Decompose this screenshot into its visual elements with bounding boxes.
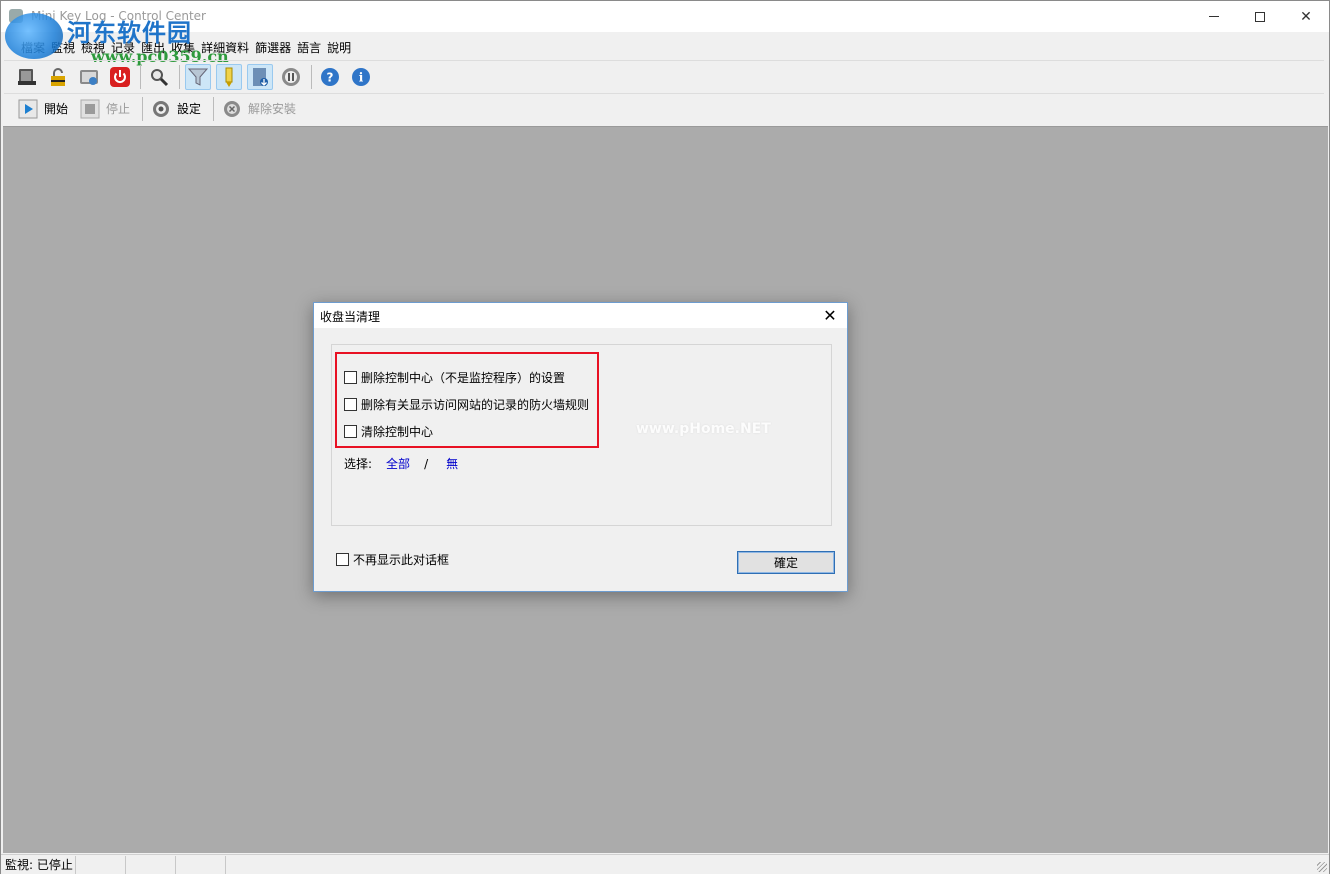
filter-button[interactable] [185, 63, 211, 90]
menu-details[interactable]: 詳細資料 [198, 39, 252, 56]
status-monitor: 監視: 已停止 [1, 855, 76, 874]
close-icon: ✕ [1300, 8, 1312, 25]
search-icon [151, 68, 169, 86]
status-bar: 監視: 已停止 [1, 854, 1329, 874]
menu-export[interactable]: 匯出 [138, 39, 168, 56]
stop-button[interactable]: 停止 [80, 99, 130, 119]
power-icon [110, 66, 130, 87]
menu-monitor[interactable]: 監視 [48, 39, 78, 56]
gear-icon [153, 100, 170, 117]
screenshot-icon [80, 69, 98, 85]
filter-icon [187, 68, 209, 86]
settings-button[interactable]: 設定 [151, 99, 201, 119]
info-icon: i [352, 67, 370, 86]
status-cell [176, 855, 226, 874]
start-label: 開始 [44, 102, 69, 116]
toolbar-separator [142, 96, 144, 121]
menu-view[interactable]: 檢視 [78, 39, 108, 56]
info-button[interactable]: i [348, 64, 374, 90]
power-button[interactable] [107, 64, 133, 90]
menu-log[interactable]: 记录 [108, 39, 138, 56]
toolbar-separator [311, 64, 312, 89]
option-clear-control-center[interactable]: 清除控制中心 [344, 423, 433, 440]
menu-bar: 檔案 監視 檢視 记录 匯出 收集 詳細資料 篩選器 語言 說明 [1, 37, 1329, 57]
dialog-title-bar[interactable]: 收盘当清理 ✕ [314, 303, 847, 328]
maximize-icon [1255, 11, 1265, 22]
title-bar[interactable]: Mini Key Log - Control Center ✕ [1, 1, 1329, 32]
ok-button[interactable]: 確定 [737, 551, 835, 574]
select-label: 选择: [344, 457, 373, 471]
close-button[interactable]: ✕ [1283, 1, 1329, 32]
toolbar-separator [213, 96, 215, 121]
dialog-close-button[interactable]: ✕ [819, 305, 841, 325]
uninstall-button[interactable]: 解除安裝 [222, 99, 296, 119]
checkbox[interactable] [344, 371, 357, 384]
toolbar-separator [179, 64, 180, 89]
option-label: 清除控制中心 [361, 425, 434, 439]
lock-icon [51, 67, 65, 86]
export-button[interactable] [247, 63, 273, 90]
checkbox[interactable] [336, 553, 349, 566]
pause-icon [282, 67, 300, 86]
option-delete-firewall-rules[interactable]: 删除有关显示访问网站的记录的防火墙规则 [344, 396, 589, 413]
uninstall-label: 解除安裝 [248, 102, 297, 116]
status-cell [76, 855, 126, 874]
export-icon [253, 67, 268, 86]
select-all-link[interactable]: 全部 [386, 455, 410, 472]
settings-label: 設定 [177, 102, 202, 116]
highlighter-button[interactable] [216, 63, 242, 90]
pause-button[interactable] [278, 64, 304, 90]
start-button[interactable]: 開始 [18, 99, 68, 119]
app-icon [9, 9, 23, 23]
menu-language[interactable]: 語言 [294, 39, 324, 56]
maximize-button[interactable] [1237, 1, 1283, 32]
menu-collect[interactable]: 收集 [168, 39, 198, 56]
select-row: 选择: 全部 / 無 [344, 455, 458, 472]
minimize-button[interactable] [1191, 1, 1237, 32]
lock-button[interactable] [45, 64, 71, 90]
toolbar-separator [140, 64, 141, 89]
option-delete-settings[interactable]: 删除控制中心（不是监控程序）的设置 [344, 369, 565, 386]
window-title: Mini Key Log - Control Center [31, 9, 206, 23]
log-viewer-icon [18, 68, 36, 85]
app-window: Mini Key Log - Control Center ✕ 檔案 監視 檢視… [0, 0, 1330, 874]
menu-help[interactable]: 說明 [324, 39, 354, 56]
play-icon [18, 99, 38, 118]
help-icon: ? [321, 67, 339, 86]
menu-filter[interactable]: 篩選器 [252, 39, 294, 56]
uninstall-icon [224, 100, 241, 117]
minimize-icon [1209, 16, 1219, 17]
cleanup-dialog: 收盘当清理 ✕ www.pHome.NET 删除控制中心（不是监控程序）的设置 … [313, 302, 848, 592]
log-viewer-button[interactable] [14, 64, 40, 90]
stop-icon [80, 99, 100, 118]
highlighter-icon [225, 67, 233, 87]
checkbox[interactable] [344, 425, 357, 438]
screenshot-button[interactable] [76, 64, 102, 90]
option-label: 删除控制中心（不是监控程序）的设置 [361, 371, 566, 385]
svg-text:?: ? [327, 70, 334, 84]
status-cell [126, 855, 176, 874]
select-separator: / [424, 456, 429, 471]
svg-text:i: i [359, 70, 364, 84]
stop-label: 停止 [106, 102, 131, 116]
select-none-link[interactable]: 無 [446, 455, 458, 472]
dont-show-again[interactable]: 不再显示此对话框 [336, 551, 449, 568]
main-toolbar: ? i [4, 60, 1324, 92]
dialog-title: 收盘当清理 [320, 310, 381, 324]
close-icon: ✕ [823, 305, 837, 325]
checkbox[interactable] [344, 398, 357, 411]
search-button[interactable] [146, 64, 172, 90]
help-button[interactable]: ? [317, 64, 343, 90]
menu-file[interactable]: 檔案 [18, 39, 48, 56]
faint-watermark: www.pHome.NET [636, 421, 771, 437]
action-toolbar: 開始 停止 設定 解除安裝 [4, 93, 1324, 123]
dont-show-label: 不再显示此对话框 [353, 553, 450, 567]
resize-grip[interactable] [1317, 862, 1327, 872]
option-label: 删除有关显示访问网站的记录的防火墙规则 [361, 398, 590, 412]
